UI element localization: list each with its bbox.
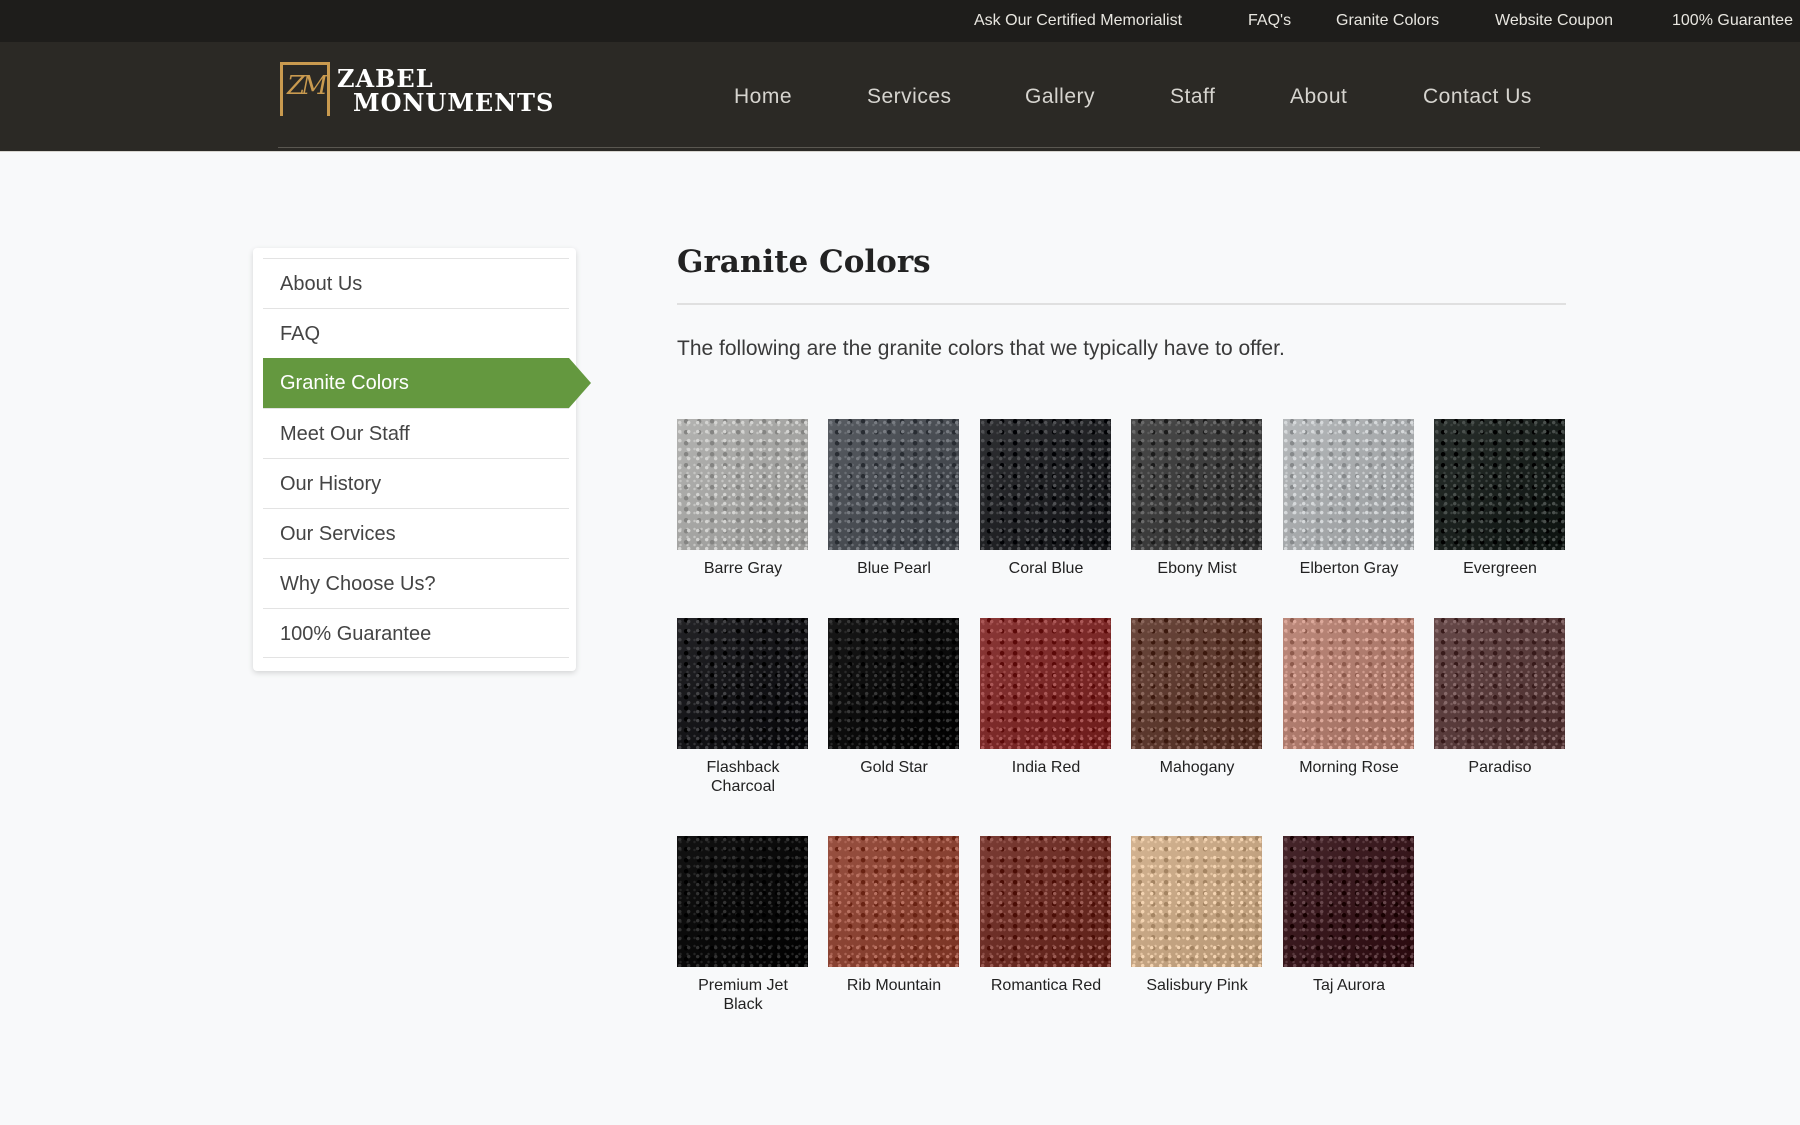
sidebar-item-why-choose-us[interactable]: Why Choose Us? xyxy=(263,558,569,608)
sidebar-item-granite-colors[interactable]: Granite Colors xyxy=(263,358,591,408)
granite-swatch-image[interactable] xyxy=(677,618,808,749)
intro-text: The following are the granite colors tha… xyxy=(677,337,1285,360)
site-logo[interactable]: ZM ZABEL MONUMENTS xyxy=(280,62,553,122)
granite-name: Salisbury Pink xyxy=(1146,977,1248,994)
granite-swatch-image[interactable] xyxy=(980,618,1111,749)
granite-name: Mahogany xyxy=(1159,759,1235,776)
granite-swatch-image[interactable] xyxy=(1131,836,1262,967)
granite-swatch-image[interactable] xyxy=(1131,419,1262,550)
granite-swatch-image[interactable] xyxy=(1283,618,1414,749)
granite-item[interactable]: Premium Jet Black xyxy=(677,836,809,1014)
granite-swatch-image[interactable] xyxy=(1283,419,1414,550)
granite-name: Flashback Charcoal xyxy=(706,759,780,795)
logo-monogram: ZM xyxy=(287,71,328,101)
util-link-guarantee[interactable]: 100% Guarantee xyxy=(1672,0,1793,42)
granite-item[interactable]: Morning Rose xyxy=(1283,618,1415,777)
granite-name: Romantica Red xyxy=(990,977,1102,994)
granite-swatch-image[interactable] xyxy=(1434,618,1565,749)
granite-item[interactable]: Evergreen xyxy=(1434,419,1566,578)
granite-swatch-image[interactable] xyxy=(980,419,1111,550)
sidebar-item-our-services[interactable]: Our Services xyxy=(263,508,569,558)
granite-item[interactable]: India Red xyxy=(980,618,1112,777)
granite-item[interactable]: Flashback Charcoal xyxy=(677,618,809,796)
granite-item[interactable]: Rib Mountain xyxy=(828,836,960,995)
granite-item[interactable]: Coral Blue xyxy=(980,419,1112,578)
granite-name: Ebony Mist xyxy=(1157,560,1237,577)
granite-swatch-image[interactable] xyxy=(980,836,1111,967)
granite-name: Morning Rose xyxy=(1299,759,1399,776)
nav-services[interactable]: Services xyxy=(867,82,952,112)
granite-name: Rib Mountain xyxy=(846,977,942,994)
granite-item[interactable]: Ebony Mist xyxy=(1131,419,1263,578)
page-title: Granite Colors xyxy=(677,244,931,280)
logo-mark-icon: ZM xyxy=(280,62,330,116)
granite-name: Gold Star xyxy=(860,759,928,776)
granite-item[interactable]: Blue Pearl xyxy=(828,419,960,578)
granite-name: India Red xyxy=(1011,759,1081,776)
granite-item[interactable]: Mahogany xyxy=(1131,618,1263,777)
granite-swatch-image[interactable] xyxy=(677,836,808,967)
granite-item[interactable]: Gold Star xyxy=(828,618,960,777)
granite-swatch-image[interactable] xyxy=(677,419,808,550)
granite-swatch-image[interactable] xyxy=(1131,618,1262,749)
granite-name: Elberton Gray xyxy=(1299,560,1399,577)
header-divider xyxy=(278,147,1540,148)
granite-swatch-image[interactable] xyxy=(828,419,959,550)
granite-name: Barre Gray xyxy=(703,560,783,577)
util-link-memorialist[interactable]: Ask Our Certified Memorialist xyxy=(974,0,1182,42)
granite-swatch-image[interactable] xyxy=(828,618,959,749)
granite-name: Evergreen xyxy=(1463,560,1537,577)
nav-gallery[interactable]: Gallery xyxy=(1025,82,1095,112)
granite-item[interactable]: Paradiso xyxy=(1434,618,1566,777)
utility-bar: Ask Our Certified Memorialist FAQ's Gran… xyxy=(0,0,1800,42)
sidebar-item-faq[interactable]: FAQ xyxy=(263,308,569,358)
util-link-website-coupon[interactable]: Website Coupon xyxy=(1495,0,1613,42)
nav-about[interactable]: About xyxy=(1290,82,1347,112)
granite-swatch-image[interactable] xyxy=(1283,836,1414,967)
site-header: ZM ZABEL MONUMENTS Home Services Gallery… xyxy=(0,42,1800,152)
nav-home[interactable]: Home xyxy=(734,82,792,112)
sidebar-item-meet-our-staff[interactable]: Meet Our Staff xyxy=(263,408,569,458)
nav-contact-us[interactable]: Contact Us xyxy=(1423,82,1532,112)
granite-item[interactable]: Taj Aurora xyxy=(1283,836,1415,995)
granite-item[interactable]: Elberton Gray xyxy=(1283,419,1415,578)
granite-name: Blue Pearl xyxy=(857,560,931,577)
logo-wordmark: ZABEL MONUMENTS xyxy=(337,67,554,115)
granite-name: Taj Aurora xyxy=(1312,977,1386,994)
granite-item[interactable]: Salisbury Pink xyxy=(1131,836,1263,995)
title-divider xyxy=(677,303,1566,305)
granite-name: Coral Blue xyxy=(1008,560,1084,577)
granite-name: Premium Jet Black xyxy=(698,977,788,1013)
logo-line-2: MONUMENTS xyxy=(353,88,555,117)
util-link-granite-colors[interactable]: Granite Colors xyxy=(1336,0,1439,42)
granite-swatch-image[interactable] xyxy=(828,836,959,967)
granite-item[interactable]: Romantica Red xyxy=(980,836,1112,995)
sidebar-nav: About Us FAQ Granite Colors Meet Our Sta… xyxy=(253,248,591,671)
util-link-faqs[interactable]: FAQ's xyxy=(1248,0,1291,42)
granite-name: Paradiso xyxy=(1468,759,1532,776)
sidebar-item-guarantee[interactable]: 100% Guarantee xyxy=(263,608,569,658)
granite-item[interactable]: Barre Gray xyxy=(677,419,809,578)
sidebar-item-our-history[interactable]: Our History xyxy=(263,458,569,508)
nav-staff[interactable]: Staff xyxy=(1170,82,1215,112)
sidebar-item-about-us[interactable]: About Us xyxy=(263,258,569,308)
granite-swatch-image[interactable] xyxy=(1434,419,1565,550)
